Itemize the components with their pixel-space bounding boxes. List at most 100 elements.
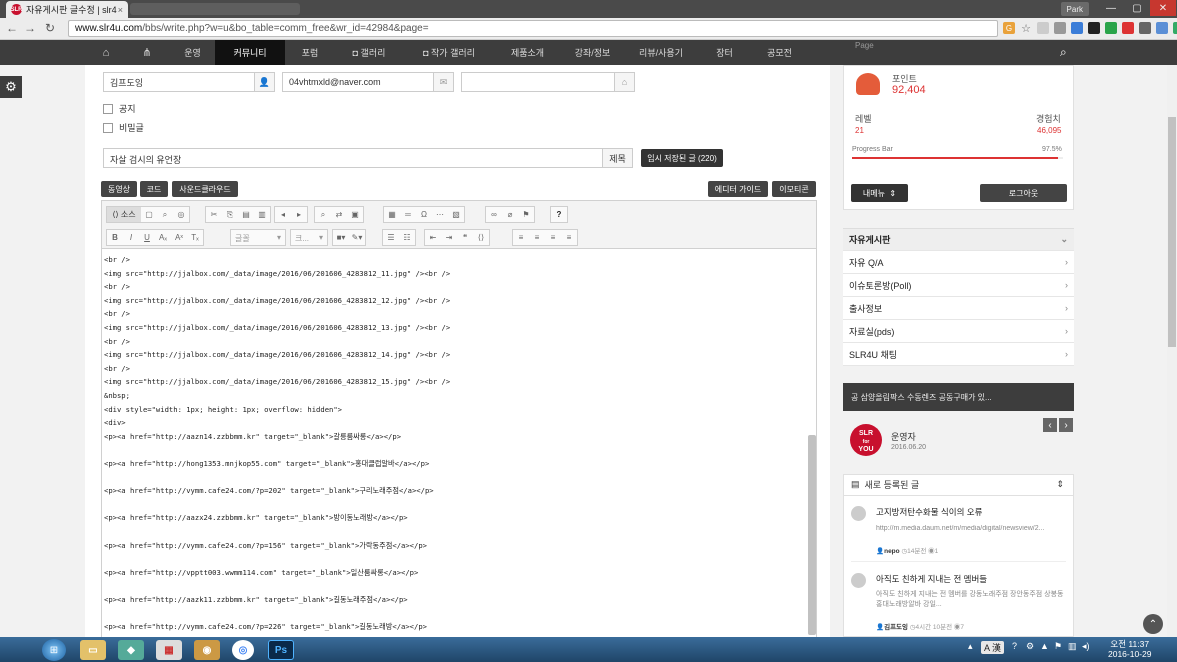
tray-icon[interactable]: ⚙ — [1026, 641, 1034, 652]
back-icon[interactable]: ← — [4, 21, 20, 35]
notice-banner[interactable]: 공 삼양올림팍스 수동렌즈 공동구매가 있... — [843, 383, 1074, 411]
link-icon[interactable]: ∞ — [486, 207, 502, 222]
template-icon[interactable]: ◎ — [173, 207, 189, 222]
nav-item-포럼[interactable]: 포럼 — [285, 40, 335, 65]
table-icon[interactable]: ▦ — [384, 207, 400, 222]
tray-icon[interactable]: ▲ — [1040, 641, 1049, 651]
editor-scrollbar[interactable] — [808, 435, 816, 635]
nav-item-작가갤러리[interactable]: ◘ 작가 갤러리 — [403, 40, 495, 65]
help-tray-icon[interactable]: ? — [1012, 641, 1017, 651]
align-right-icon[interactable]: ≡ — [545, 230, 561, 245]
page-scrollbar[interactable] — [1167, 65, 1177, 637]
justify-icon[interactable]: ≡ — [561, 230, 577, 245]
extension-icon[interactable] — [1173, 22, 1177, 34]
forward-icon[interactable]: → — [22, 21, 38, 35]
flag-icon[interactable]: ⚑ — [1054, 641, 1062, 652]
scroll-top-button[interactable]: ⌃ — [1143, 614, 1163, 634]
outdent-icon[interactable]: ⇤ — [425, 230, 441, 245]
iframe-icon[interactable]: ▧ — [448, 207, 464, 222]
photoshop-taskbar-icon[interactable]: Ps — [268, 640, 294, 660]
code-button[interactable]: 코드 — [140, 181, 168, 197]
board-menu-item[interactable]: 자유 Q/A › — [843, 251, 1074, 274]
bullet-list-icon[interactable]: ☷ — [399, 230, 415, 245]
post-title[interactable]: 고지방저탄수화물 식이의 오류 — [876, 506, 982, 518]
post-excerpt[interactable]: http://m.media.daum.net/m/media/digital/… — [876, 525, 1066, 532]
undo-icon[interactable]: ◂ — [275, 207, 291, 222]
extension-icon[interactable] — [1156, 22, 1168, 34]
new-posts-header[interactable]: ▤ 새로 등록된 글 ⇕ — [843, 474, 1074, 496]
select-all-icon[interactable]: ▣ — [347, 207, 363, 222]
bold-icon[interactable]: B — [107, 230, 123, 245]
blockquote-icon[interactable]: ❝ — [457, 230, 473, 245]
search-icon[interactable]: ⌕ — [1060, 45, 1067, 60]
logout-button[interactable]: 로그아웃 — [980, 184, 1067, 202]
nav-item-커뮤니티[interactable]: 커뮤니티 — [215, 40, 285, 65]
board-menu-item[interactable]: 출사정보 › — [843, 297, 1074, 320]
replace-icon[interactable]: ⇄ — [331, 207, 347, 222]
translate-icon[interactable]: G — [1003, 22, 1015, 34]
secret-checkbox[interactable]: 비밀글 — [103, 121, 144, 134]
superscript-icon[interactable]: Aˣ — [171, 230, 187, 245]
close-window-button[interactable]: ✕ — [1150, 0, 1176, 16]
new-page-icon[interactable]: ▢ — [141, 207, 157, 222]
prev-arrow-icon[interactable]: ‹ — [1043, 418, 1057, 432]
cut-icon[interactable]: ✂ — [206, 207, 222, 222]
nav-item-갤러리[interactable]: ◘ 갤러리 — [335, 40, 403, 65]
post-title[interactable]: 아직도 친하게 지내는 전 멤버들 — [876, 573, 987, 585]
settings-gear-icon[interactable]: ⚙ — [0, 76, 22, 98]
board-menu-item[interactable]: 이슈토론방(Poll) › — [843, 274, 1074, 297]
underline-icon[interactable]: U — [139, 230, 155, 245]
paste-icon[interactable]: ▤ — [238, 207, 254, 222]
chrome-taskbar-icon[interactable]: ◎ — [232, 640, 254, 660]
extension-icon[interactable] — [1122, 22, 1134, 34]
redo-icon[interactable]: ▸ — [291, 207, 307, 222]
font-select[interactable]: 글꼴 ▾ — [230, 229, 286, 246]
sitemap-icon[interactable]: ⋔ — [136, 40, 158, 65]
bg-color-icon[interactable]: ✎▾ — [349, 230, 365, 245]
preview-icon[interactable]: ⌕ — [157, 207, 173, 222]
italic-icon[interactable]: I — [123, 230, 139, 245]
url-bar[interactable]: www.slr4u.com/bbs/write.php?w=u&bo_table… — [68, 20, 998, 37]
copy-icon[interactable]: ⎘ — [222, 207, 238, 222]
board-menu-title[interactable]: 자유게시판 ⌄ — [843, 228, 1074, 251]
minimize-button[interactable]: — — [1098, 0, 1124, 16]
nav-item-리뷰사용기[interactable]: 리뷰/사용기 — [625, 40, 697, 65]
align-center-icon[interactable]: ≡ — [529, 230, 545, 245]
extension-icon[interactable] — [1105, 22, 1117, 34]
paste-text-icon[interactable]: ▥ — [254, 207, 270, 222]
notice-checkbox[interactable]: 공지 — [103, 102, 136, 115]
unlink-icon[interactable]: ⌀ — [502, 207, 518, 222]
horizontal-line-icon[interactable]: ═ — [400, 207, 416, 222]
indent-icon[interactable]: ⇥ — [441, 230, 457, 245]
nav-item-운영[interactable]: 운영 — [170, 40, 215, 65]
emoticon-button[interactable]: 이모티콘 — [772, 181, 816, 197]
system-clock[interactable]: 오전 11:37 2016-10-29 — [1108, 639, 1151, 659]
name-field[interactable]: 김프도잉 👤 — [103, 72, 275, 92]
app-taskbar-icon[interactable]: ▦ — [156, 640, 182, 660]
video-button[interactable]: 동영상 — [101, 181, 137, 197]
bookmark-star-icon[interactable]: ☆ — [1020, 22, 1032, 35]
board-menu-item[interactable]: SLR4U 채팅 › — [843, 343, 1074, 366]
extension-icon[interactable] — [1054, 22, 1066, 34]
temp-save-button[interactable]: 임시 저장된 글 (220) — [641, 149, 723, 167]
explorer-taskbar-icon[interactable]: ▭ — [80, 640, 106, 660]
anchor-icon[interactable]: ⚑ — [518, 207, 534, 222]
start-button[interactable]: ⊞ — [42, 639, 66, 661]
maximize-button[interactable]: ▢ — [1124, 0, 1150, 16]
nav-item-제품소개[interactable]: 제품소개 — [495, 40, 560, 65]
nav-item-공모전[interactable]: 공모전 — [752, 40, 807, 65]
find-icon[interactable]: ⌕ — [315, 207, 331, 222]
text-color-icon[interactable]: ■▾ — [333, 230, 349, 245]
page-break-icon[interactable]: ⋯ — [432, 207, 448, 222]
app-taskbar-icon[interactable]: ◆ — [118, 640, 144, 660]
checkbox-box[interactable] — [103, 103, 113, 114]
subject-input[interactable]: 자살 검시의 유언장 제목 — [103, 148, 633, 168]
extension-icon[interactable] — [1037, 22, 1049, 34]
board-menu-item[interactable]: 자료실(pds) › — [843, 320, 1074, 343]
my-menu-button[interactable]: 내메뉴 ⇕ — [851, 184, 908, 202]
tab-close-icon[interactable]: × — [118, 5, 123, 15]
subscript-icon[interactable]: Aₓ — [155, 230, 171, 245]
extension-icon[interactable] — [1139, 22, 1151, 34]
nav-item-장터[interactable]: 장터 — [697, 40, 752, 65]
page-scrollbar-thumb[interactable] — [1168, 117, 1176, 347]
